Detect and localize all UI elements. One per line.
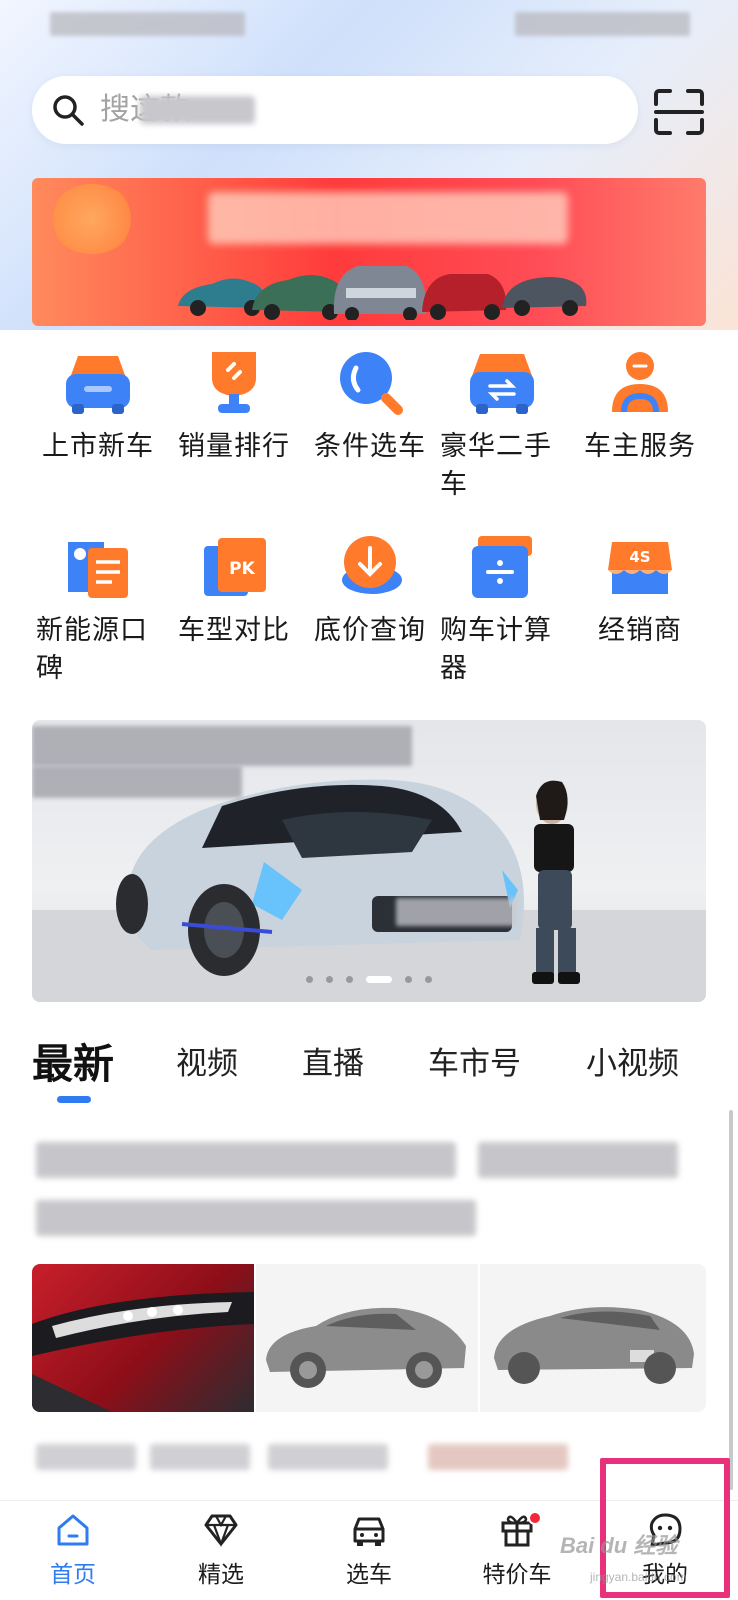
feed-title-blur[interactable] xyxy=(478,1142,678,1178)
nav-home[interactable]: 首页 xyxy=(18,1511,128,1589)
banner-title-blur xyxy=(208,192,568,244)
grid-label: 车型对比 xyxy=(178,615,290,646)
tab-latest[interactable]: 最新 xyxy=(32,1030,114,1090)
watermark-text: Bai du 经验 xyxy=(560,1533,678,1558)
carousel-dot xyxy=(345,976,353,983)
car-icon xyxy=(353,1517,385,1546)
grid-item-price-query[interactable]: 底价查询 xyxy=(304,532,436,650)
watermark-subtext: jingyan.baidu.com xyxy=(590,1570,687,1584)
nav-featured[interactable]: 精选 xyxy=(166,1511,276,1589)
scan-icon[interactable] xyxy=(652,88,706,136)
grid-label: 购车计算器 xyxy=(440,615,552,684)
used-car-icon xyxy=(470,354,534,414)
nav-label: 特价车 xyxy=(482,1562,552,1588)
license-plate-blur xyxy=(396,898,516,926)
tab-car-market[interactable]: 车市号 xyxy=(428,1038,521,1083)
nav-label: 选车 xyxy=(346,1562,392,1588)
dealer-4s-icon: 4S xyxy=(608,542,672,594)
calculator-icon xyxy=(472,536,532,598)
grid-item-luxury-used[interactable]: 豪华二手车 xyxy=(436,348,568,504)
tab-short-video[interactable]: 小视频 xyxy=(586,1038,679,1083)
nav-label: 精选 xyxy=(198,1562,244,1588)
grid-item-condition-search[interactable]: 条件选车 xyxy=(304,348,436,466)
feed-meta-blur xyxy=(36,1444,136,1470)
search-placeholder-blur xyxy=(140,96,255,124)
scrollbar[interactable] xyxy=(729,1110,733,1490)
grid-label: 新能源口碑 xyxy=(36,615,148,684)
feed-thumbnail[interactable] xyxy=(480,1264,706,1412)
grid-label: 底价查询 xyxy=(314,615,426,646)
owner-service-icon xyxy=(612,352,668,413)
gray-car-image xyxy=(266,1307,466,1388)
grid-label: 销量排行 xyxy=(178,431,290,462)
dealer-4s-text: 4S xyxy=(629,548,650,566)
promo-banner[interactable] xyxy=(32,178,706,326)
carousel-dot xyxy=(325,976,333,983)
grid-item-new-cars[interactable]: 上市新车 xyxy=(32,348,164,466)
hero-title-blur xyxy=(32,726,412,766)
headlight-image xyxy=(32,1292,254,1412)
diamond-icon xyxy=(204,1514,238,1548)
grid-label: 车主服务 xyxy=(584,431,696,462)
feed-meta-blur xyxy=(428,1444,568,1470)
grid-label: 条件选车 xyxy=(314,431,426,462)
grid-item-dealer[interactable]: 4S 经销商 xyxy=(574,532,706,650)
carousel-indicator xyxy=(32,969,706,988)
carousel-dot-active xyxy=(366,976,393,983)
tab-video[interactable]: 视频 xyxy=(176,1038,238,1083)
banner-cars-image xyxy=(178,266,587,320)
feed-thumbnail[interactable] xyxy=(256,1264,478,1412)
feed-meta-blur xyxy=(150,1444,250,1470)
status-bar-right xyxy=(515,12,690,36)
trophy-icon xyxy=(212,352,256,413)
pk-text: PK xyxy=(229,559,255,579)
nav-choose-car[interactable]: 选车 xyxy=(314,1511,424,1589)
carousel-dot xyxy=(405,976,413,983)
coin-decoration xyxy=(50,184,134,254)
pk-compare-icon: PK xyxy=(204,538,266,596)
grid-label: 经销商 xyxy=(598,615,682,646)
feed-title-blur[interactable] xyxy=(36,1142,456,1178)
grid-label: 豪华二手车 xyxy=(440,431,552,500)
hero-subtitle-blur xyxy=(32,766,242,798)
search-icon xyxy=(53,95,84,126)
ev-review-icon xyxy=(68,542,128,598)
nav-label: 首页 xyxy=(50,1562,96,1588)
grid-item-model-compare[interactable]: PK 车型对比 xyxy=(168,532,300,650)
home-icon xyxy=(57,1514,89,1546)
feed-title-blur[interactable] xyxy=(36,1200,476,1236)
price-query-icon xyxy=(342,536,402,594)
nav-special-price[interactable]: 特价车 xyxy=(462,1511,572,1589)
search-bar[interactable] xyxy=(32,76,638,144)
carousel-dot xyxy=(425,976,433,983)
grid-item-calculator[interactable]: 购车计算器 xyxy=(436,532,568,688)
new-car-icon xyxy=(66,356,130,414)
status-bar-left xyxy=(50,12,245,36)
tab-live[interactable]: 直播 xyxy=(302,1038,364,1083)
grid-item-ev-review[interactable]: 新能源口碑 xyxy=(32,532,164,688)
grid-item-sales-ranking[interactable]: 销量排行 xyxy=(168,348,300,466)
carousel-dot xyxy=(305,976,313,983)
search-filter-icon xyxy=(340,352,403,415)
gray-car-rear-image xyxy=(494,1307,694,1384)
tab-active-indicator xyxy=(57,1096,91,1103)
grid-item-owner-service[interactable]: 车主服务 xyxy=(574,348,706,466)
notification-badge xyxy=(528,1511,542,1525)
feed-thumbnail[interactable] xyxy=(32,1264,254,1412)
feed-meta-blur xyxy=(268,1444,388,1470)
hero-carousel[interactable] xyxy=(32,720,706,1002)
grid-label: 上市新车 xyxy=(42,431,154,462)
